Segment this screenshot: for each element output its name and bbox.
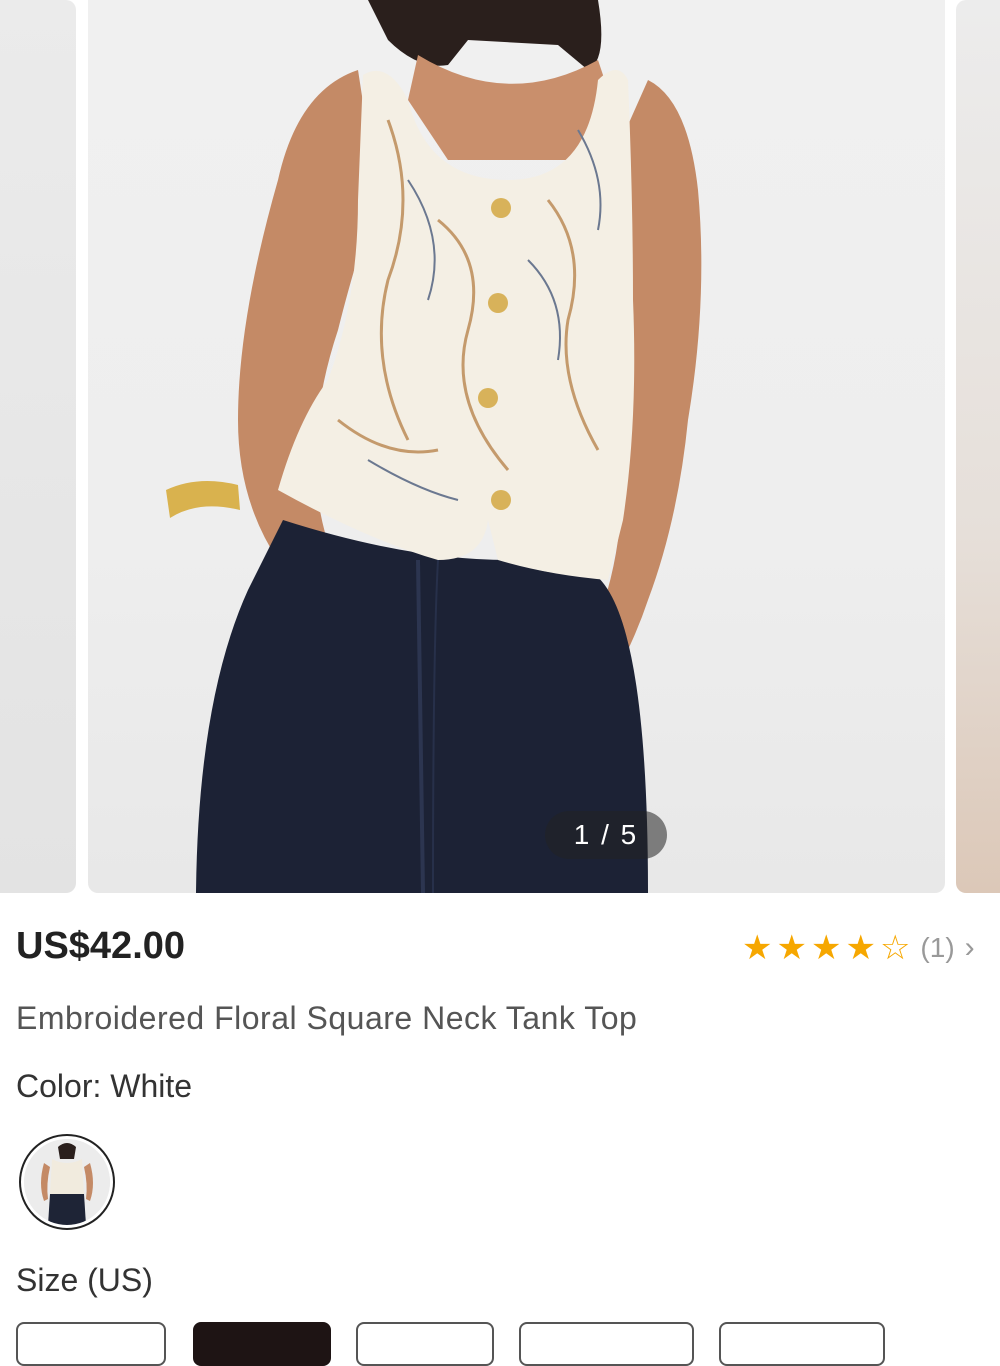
star-full-icon: ★ <box>845 929 876 967</box>
main-product-image[interactable]: 1 / 5 <box>88 0 945 893</box>
previous-image-peek[interactable] <box>0 0 76 893</box>
product-rating[interactable]: ★ ★ ★ ★ ☆ (1) › <box>742 928 975 968</box>
star-empty-icon: ☆ <box>879 929 911 967</box>
chevron-right-icon[interactable]: › <box>965 931 975 965</box>
star-full-icon: ★ <box>810 929 842 967</box>
star-full-icon: ★ <box>742 929 773 967</box>
color-swatch-white[interactable] <box>19 1134 115 1230</box>
image-counter: 1 / 5 <box>545 811 667 859</box>
product-title: Embroidered Floral Square Neck Tank Top <box>16 1000 638 1036</box>
product-price: US$42.00 <box>16 925 186 967</box>
swatch-thumbnail <box>24 1139 110 1225</box>
star-full-icon: ★ <box>776 929 807 967</box>
size-option-selected[interactable] <box>193 1322 331 1366</box>
size-label: Size (US) <box>16 1262 153 1298</box>
image-gallery[interactable]: 1 / 5 <box>0 0 1000 895</box>
next-image-peek[interactable] <box>956 0 1000 893</box>
product-photo-illustration <box>166 0 702 893</box>
size-option[interactable] <box>16 1322 166 1366</box>
swatch-thumbnail-illustration <box>24 1139 110 1225</box>
size-option[interactable] <box>356 1322 494 1366</box>
size-option[interactable] <box>719 1322 885 1366</box>
review-count: (1) <box>920 932 955 963</box>
color-label: Color: White <box>16 1068 193 1104</box>
size-option[interactable] <box>519 1322 694 1366</box>
